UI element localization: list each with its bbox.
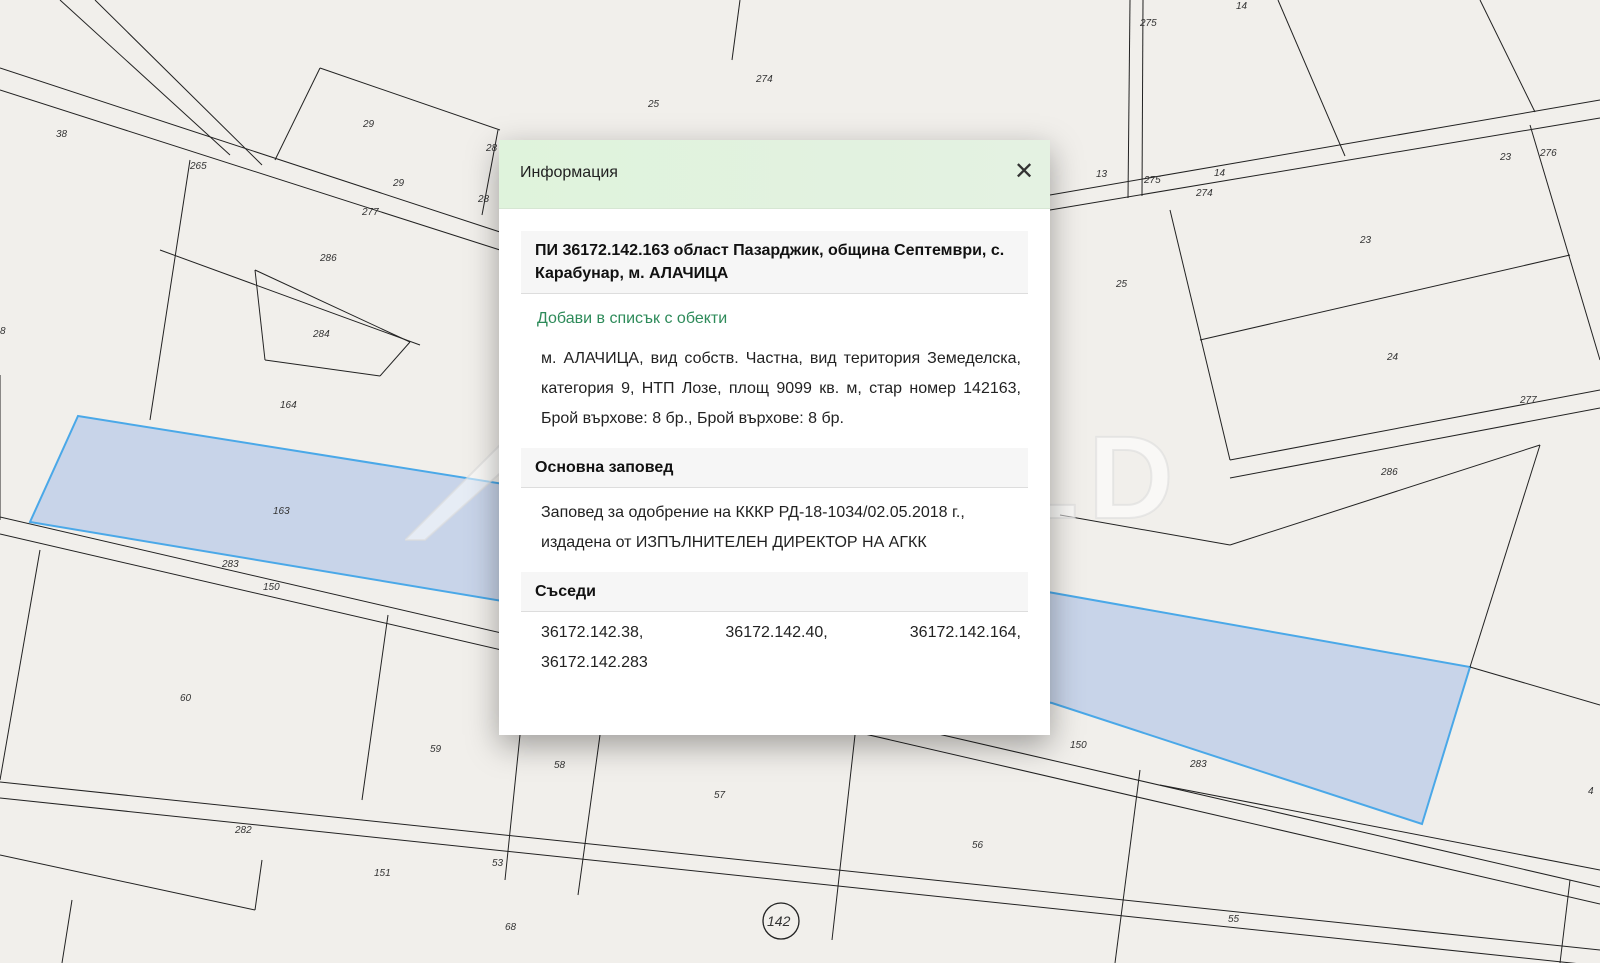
parcel-label: 28	[485, 143, 498, 154]
parcel-label: 150	[263, 582, 280, 593]
order-text: Заповед за одобрение на КККР РД-18-1034/…	[541, 504, 965, 551]
parcel-label: 283	[1189, 759, 1207, 770]
neighbor-link[interactable]: 36172.142.38,	[541, 618, 643, 648]
close-icon[interactable]: ✕	[1010, 158, 1038, 186]
parcel-label: 265	[189, 161, 207, 172]
parcel-label: 14	[1214, 168, 1226, 179]
info-popup: Информация ✕ ПИ 36172.142.163 област Паз…	[499, 140, 1050, 735]
parcel-label: 284	[312, 329, 330, 340]
neighbors-list: 36172.142.38, 36172.142.40, 36172.142.16…	[541, 618, 1021, 678]
neighbors-heading: Съседи	[521, 572, 1028, 612]
parcel-label: 25	[1115, 279, 1128, 290]
neighbor-link[interactable]: 36172.142.164,	[910, 618, 1021, 648]
road-number: 142	[767, 913, 791, 929]
road-number-badge: 142	[762, 902, 800, 940]
parcel-label: 163	[273, 506, 290, 517]
parcel-heading: ПИ 36172.142.163 област Пазарджик, общин…	[521, 231, 1028, 294]
parcel-label: 150	[1070, 740, 1087, 751]
add-to-list-link[interactable]: Добави в списък с обекти	[537, 310, 1050, 328]
parcel-label: 24	[1386, 352, 1399, 363]
neighbor-link[interactable]: 36172.142.40,	[725, 618, 827, 648]
parcel-label: 4	[1588, 786, 1594, 797]
parcel-label: 164	[280, 400, 297, 411]
parcel-label: 277	[361, 207, 379, 218]
parcel-label: 13	[1096, 169, 1108, 180]
parcel-label: 277	[1519, 395, 1537, 406]
parcel-label: 58	[554, 760, 566, 771]
parcel-label: 57	[714, 790, 726, 801]
parcel-label: 14	[1236, 1, 1248, 12]
parcel-label: 68	[505, 922, 517, 933]
parcel-label: 28	[477, 194, 490, 205]
parcel-label: 29	[392, 178, 405, 189]
parcel-label: 274	[1195, 188, 1213, 199]
neighbor-link[interactable]: 36172.142.283	[541, 648, 1021, 678]
popup-header: Информация ✕	[499, 140, 1050, 209]
parcel-label: 286	[1380, 467, 1398, 478]
parcel-label: 60	[180, 693, 192, 704]
parcel-label: 55	[1228, 914, 1240, 925]
parcel-label: 276	[1539, 148, 1557, 159]
parcel-label: 283	[221, 559, 239, 570]
popup-title: Информация	[520, 164, 618, 181]
order-heading: Основна заповед	[521, 448, 1028, 488]
parcel-label: 23	[1359, 235, 1372, 246]
parcel-label: 56	[972, 840, 984, 851]
parcel-label: 23	[1499, 152, 1512, 163]
parcel-label: 53	[492, 858, 504, 869]
parcel-label: 274	[755, 74, 773, 85]
parcel-label: 8	[0, 326, 6, 337]
parcel-description: м. АЛАЧИЦА, вид собств. Частна, вид тери…	[541, 350, 1021, 427]
parcel-label: 38	[56, 129, 68, 140]
parcel-label: 25	[647, 99, 660, 110]
parcel-label: 59	[430, 744, 442, 755]
parcel-label: 275	[1143, 175, 1161, 186]
parcel-label: 275	[1139, 18, 1157, 29]
parcel-label: 282	[234, 825, 252, 836]
parcel-label: 29	[362, 119, 375, 130]
parcel-label: 286	[319, 253, 337, 264]
parcel-label: 151	[374, 868, 391, 879]
